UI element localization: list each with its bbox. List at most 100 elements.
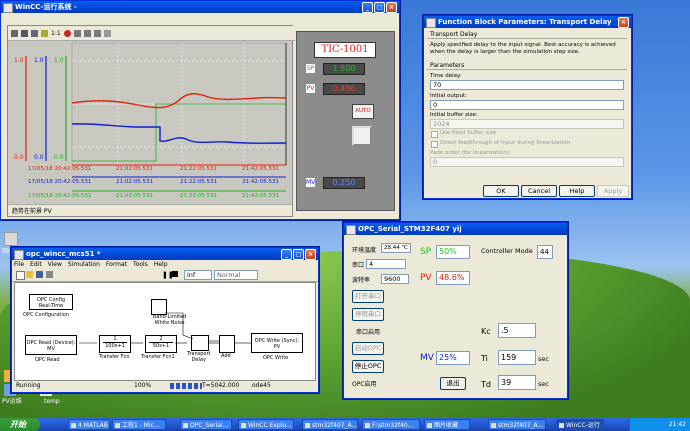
mv-value[interactable]: 0.250 — [323, 177, 365, 189]
task-wincc-runtime[interactable]: WinCC-运行 — [556, 419, 604, 430]
simulink-app-icon — [14, 250, 24, 260]
time-delay-input[interactable]: 70 — [430, 80, 624, 90]
apply-button[interactable]: Apply — [597, 185, 629, 197]
opc-config-caption: OPC Configuration — [23, 312, 69, 318]
menu-file[interactable]: File — [14, 261, 24, 268]
sim-maximize-button[interactable]: □ — [293, 249, 304, 260]
td-field[interactable]: 39 — [498, 375, 536, 390]
menu-format[interactable]: Format — [106, 261, 127, 268]
sim-close-button[interactable]: × — [305, 249, 316, 260]
serial-mv-field[interactable]: 25% — [436, 351, 470, 365]
task-word[interactable]: 工程1 - Mic... — [112, 419, 166, 430]
open-icon[interactable] — [26, 271, 33, 278]
close-port-button[interactable]: 停用串口 — [352, 308, 384, 321]
open-port-button[interactable]: 打开串口 — [352, 290, 384, 303]
task-folder[interactable]: F:\stm32f40... — [362, 419, 420, 430]
menu-tools[interactable]: Tools — [133, 261, 148, 268]
auto-button[interactable]: AUTO — [352, 104, 374, 119]
trend-statusbar: 趋势在前景 PV — [8, 204, 292, 216]
taskbar: 开始 4 MATLAB 工程1 - Mic... OPC_Serial... W… — [0, 418, 690, 431]
simulink-toolbar: ❚❚ inf Normal — [12, 269, 318, 282]
task-stm32-2[interactable]: stm32f407_A... — [488, 419, 546, 430]
trend-control: 1:1 1.0 0.0 1.0 0.0 1.0 0.0 17/05/18 20:… — [7, 25, 295, 217]
td-unit: sec — [538, 380, 549, 388]
menu-help[interactable]: Help — [154, 261, 168, 268]
task-wincc-explorer[interactable]: WinCC Explo... — [238, 419, 294, 430]
opc-read-block[interactable]: OPC Read (Device): MV — [25, 335, 77, 355]
config-icon[interactable] — [21, 29, 28, 37]
manual-button[interactable] — [352, 126, 372, 146]
mode-select[interactable]: Normal — [214, 270, 258, 280]
transport-delay-block[interactable] — [191, 335, 209, 351]
minimize-button[interactable]: _ — [362, 2, 373, 13]
fbp-close-button[interactable]: × — [618, 17, 629, 28]
stop-opc-button[interactable]: 停止OPC — [352, 360, 384, 373]
save-icon[interactable] — [103, 29, 111, 37]
trend-status: 趋势在前景 PV — [12, 208, 52, 215]
start-button[interactable]: 开始 — [0, 418, 40, 431]
prev-icon[interactable] — [83, 29, 91, 37]
task-pictures[interactable]: 图片收藏 — [424, 419, 470, 430]
port-select[interactable]: 4 — [366, 259, 406, 269]
scale-one-icon[interactable]: 1:1 — [51, 30, 61, 37]
zoom-icon[interactable] — [31, 29, 38, 37]
ruler-icon[interactable] — [41, 29, 48, 37]
stop-sim-icon[interactable] — [172, 271, 178, 277]
ok-button[interactable]: OK — [483, 185, 519, 197]
initial-output-input[interactable]: 0 — [430, 100, 624, 110]
simulink-titlebar: opc_wincc_mcs51 * _ □ × — [12, 248, 318, 260]
pv-desktop-label: PV运维 — [2, 398, 22, 405]
recycle-bin-icon[interactable] — [4, 232, 18, 246]
buffer-input[interactable]: 1024 — [430, 119, 624, 129]
task-opc-serial[interactable]: OPC_Serial... — [180, 419, 232, 430]
ti-field[interactable]: 159 — [498, 350, 536, 365]
stop-icon[interactable] — [63, 29, 71, 37]
controller-mode-label: Controller Mode — [481, 247, 533, 255]
print-icon[interactable] — [46, 271, 53, 278]
fbp-divider2 — [427, 69, 627, 70]
opc-write-block[interactable]: OPC Write (Sync): PV — [251, 333, 303, 353]
kc-field[interactable]: .5 — [498, 323, 536, 338]
sp-value[interactable]: 1.500 — [323, 63, 365, 75]
wincc-titlebar: WinCC-运行系统 - _ □ × — [1, 1, 399, 13]
menu-simulation[interactable]: Simulation — [68, 261, 100, 268]
y-blue-top: 1.0 — [34, 57, 44, 64]
t1-0: 17/05/18 20:42:05.531 — [28, 166, 92, 172]
direct-feed-checkbox[interactable] — [431, 141, 438, 148]
tf2-block[interactable]: 2 50s+1 — [145, 335, 177, 353]
system-tray: 21:42 — [629, 418, 690, 431]
task-matlab[interactable]: 4 MATLAB — [68, 419, 110, 430]
help-button[interactable]: Help — [559, 185, 595, 197]
opc-config-block[interactable]: OPC Config Real-Time — [29, 294, 73, 310]
pv-tag: PV — [306, 84, 315, 93]
new-icon[interactable] — [16, 271, 25, 280]
menu-edit[interactable]: Edit — [30, 261, 42, 268]
task-stm32-1[interactable]: stm32f407_A... — [302, 419, 358, 430]
pade-input[interactable]: 0 — [430, 157, 624, 167]
fixed-buffer-checkbox[interactable] — [431, 131, 438, 138]
baud-select[interactable]: 9600 — [381, 274, 409, 284]
temp-field: 28.44 ℃ — [381, 243, 411, 253]
y-green-bottom: 0.0 — [54, 154, 64, 161]
menu-view[interactable]: View — [48, 261, 62, 268]
close-button[interactable]: × — [386, 2, 397, 13]
sim-minimize-button[interactable]: _ — [281, 249, 292, 260]
exit-button[interactable]: 退出 — [440, 377, 466, 390]
print-icon[interactable] — [11, 29, 18, 37]
add-block[interactable] — [219, 335, 235, 353]
serial-sp-field[interactable]: 50% — [436, 245, 470, 259]
next-icon[interactable] — [93, 29, 101, 37]
serial-pv-label: PV — [420, 273, 432, 283]
stop-time-input[interactable]: inf — [184, 270, 212, 280]
fbp-title: Function Block Parameters: Transport Del… — [438, 18, 612, 26]
noise-block[interactable] — [151, 299, 167, 315]
kc-label: Kc — [481, 327, 491, 336]
ti-label: Ti — [481, 354, 488, 363]
maximize-button[interactable]: □ — [374, 2, 385, 13]
cancel-button[interactable]: Cancel — [521, 185, 557, 197]
controller-mode-field[interactable]: 44 — [537, 245, 553, 259]
start-opc-button[interactable]: 启动OPC — [352, 342, 384, 355]
save-icon[interactable] — [36, 271, 43, 278]
first-icon[interactable] — [73, 29, 81, 37]
tf1-block[interactable]: 1 100s+1 — [99, 335, 131, 353]
